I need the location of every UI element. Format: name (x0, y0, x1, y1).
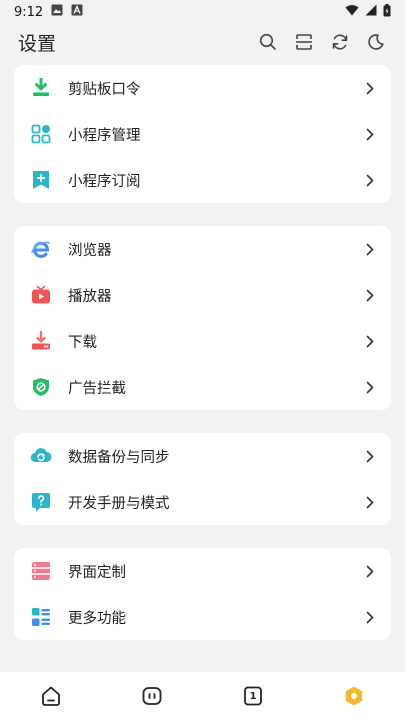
settings-item-label: 广告拦截 (68, 380, 126, 397)
cloud-sync-icon (30, 445, 52, 467)
moon-icon (368, 34, 384, 50)
settings-item-download[interactable]: 下载 (14, 318, 391, 364)
chevron-right-icon (363, 610, 377, 624)
more-list-icon (30, 606, 52, 628)
tabs-count-icon: 1 (243, 686, 263, 706)
nav-settings[interactable] (334, 676, 374, 716)
battery-icon (383, 3, 391, 21)
bookmark-plus-icon (30, 169, 52, 191)
clipboard-download-icon (30, 77, 52, 99)
settings-item-label: 小程序管理 (68, 127, 141, 144)
chevron-right-icon (363, 242, 377, 256)
settings-item-label: 界面定制 (68, 564, 126, 581)
mini-app-icon (142, 687, 162, 705)
chevron-right-icon (363, 127, 377, 141)
nav-tabs[interactable]: 1 (233, 676, 273, 716)
chevron-right-icon (363, 334, 377, 348)
settings-item-more-features[interactable]: 更多功能 (14, 594, 391, 640)
refresh-icon (332, 34, 348, 50)
tv-play-icon (30, 284, 52, 306)
settings-item-label: 小程序订阅 (68, 173, 141, 190)
browser-e-icon (30, 238, 52, 260)
settings-hexagon-icon (346, 686, 363, 706)
chevron-right-icon (363, 495, 377, 509)
search-icon (259, 33, 276, 50)
status-bar: 9:12 (0, 0, 405, 24)
settings-item-browser[interactable]: 浏览器 (14, 226, 391, 272)
settings-item-label: 浏览器 (68, 242, 112, 259)
wifi-icon (345, 4, 359, 20)
help-bubble-icon (30, 491, 52, 513)
settings-item-label: 开发手册与模式 (68, 495, 170, 512)
settings-item-mini-app-manage[interactable]: 小程序管理 (14, 111, 391, 157)
bottom-nav: 1 (0, 672, 405, 720)
settings-group-1: 剪贴板口令 小程序管理 小程序订阅 (14, 65, 391, 203)
apps-grid-icon (30, 123, 52, 145)
settings-item-backup-sync[interactable]: 数据备份与同步 (14, 433, 391, 479)
settings-group-3: 数据备份与同步 开发手册与模式 (14, 433, 391, 525)
scan-icon (296, 34, 312, 50)
download-icon (30, 330, 52, 352)
settings-item-label: 剪贴板口令 (68, 81, 141, 98)
settings-item-label: 数据备份与同步 (68, 449, 170, 466)
settings-item-ui-customize[interactable]: 界面定制 (14, 548, 391, 594)
settings-item-label: 播放器 (68, 288, 112, 305)
dark-mode-button[interactable] (365, 31, 387, 53)
scan-button[interactable] (293, 31, 315, 53)
settings-item-player[interactable]: 播放器 (14, 272, 391, 318)
home-icon (41, 686, 60, 706)
app-notification-icon (71, 4, 83, 20)
settings-group-4: 界面定制 更多功能 (14, 548, 391, 640)
settings-item-dev-manual[interactable]: 开发手册与模式 (14, 479, 391, 525)
chevron-right-icon (363, 449, 377, 463)
nav-home[interactable] (31, 676, 71, 716)
status-time: 9:12 (14, 4, 44, 20)
ad-block-shield-icon (30, 376, 52, 398)
search-button[interactable] (257, 31, 279, 53)
chevron-right-icon (363, 173, 377, 187)
tab-count: 1 (249, 690, 257, 702)
settings-group-2: 浏览器 播放器 下载 广告拦截 (14, 226, 391, 410)
chevron-right-icon (363, 564, 377, 578)
chevron-right-icon (363, 380, 377, 394)
signal-icon (365, 4, 377, 20)
settings-item-mini-app-subscribe[interactable]: 小程序订阅 (14, 157, 391, 203)
page-title: 设置 (18, 32, 57, 55)
settings-item-label: 下载 (68, 334, 97, 351)
settings-item-clipboard[interactable]: 剪贴板口令 (14, 65, 391, 111)
gallery-notification-icon (51, 4, 63, 20)
settings-item-ad-block[interactable]: 广告拦截 (14, 364, 391, 410)
refresh-button[interactable] (329, 31, 351, 53)
nav-mini-apps[interactable] (132, 676, 172, 716)
header: 设置 (0, 24, 405, 60)
layout-icon (30, 560, 52, 582)
chevron-right-icon (363, 288, 377, 302)
chevron-right-icon (363, 81, 377, 95)
settings-item-label: 更多功能 (68, 610, 126, 627)
